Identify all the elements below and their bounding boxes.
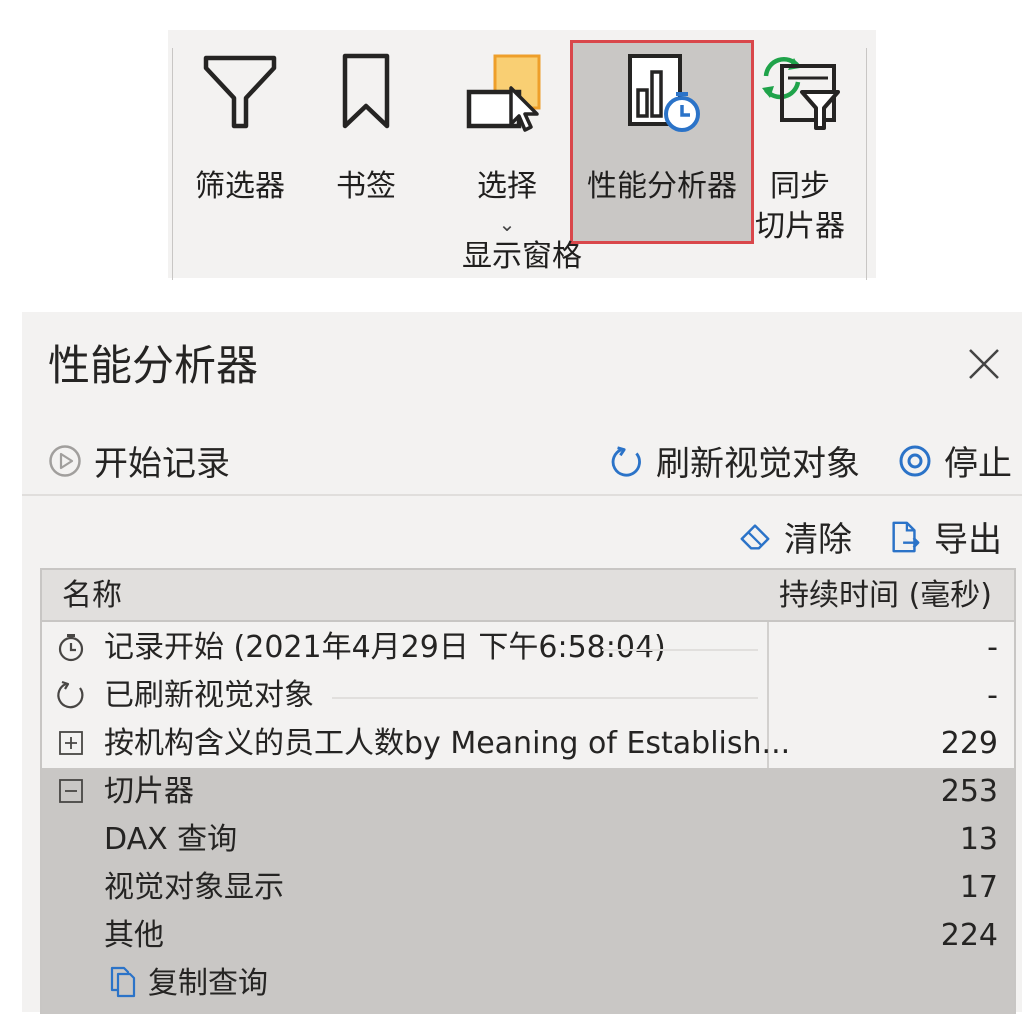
bookmarks-label: 书签 xyxy=(336,169,396,204)
sync-slicers-label: 同步 切片器 xyxy=(750,167,850,247)
row-duration: 224 xyxy=(940,918,998,953)
performance-analyzer-label: 性能分析器 xyxy=(587,169,737,204)
performance-analyzer-icon xyxy=(570,52,754,160)
refresh-icon xyxy=(610,444,644,478)
row-name: DAX 查询 xyxy=(104,820,252,860)
pane-title: 性能分析器 xyxy=(48,341,259,390)
secondary-command-row: 清除 导出 xyxy=(22,508,1022,564)
stop-label: 停止 xyxy=(944,444,1012,484)
eraser-icon xyxy=(738,520,772,554)
copy-query-link[interactable]: 复制查询 xyxy=(148,964,282,1004)
chevron-down-icon[interactable]: ⌄ xyxy=(450,212,564,236)
column-name-header[interactable]: 名称 xyxy=(62,576,122,616)
column-duration-header[interactable]: 持续时间 (毫秒) xyxy=(779,576,992,616)
table-row-dax-query[interactable]: DAX 查询 13 xyxy=(42,816,1014,864)
row-duration: 17 xyxy=(959,870,998,905)
selection-icon xyxy=(450,52,564,160)
sync-slicers-icon xyxy=(750,52,850,160)
export-icon xyxy=(888,520,922,554)
export-button[interactable]: 导出 xyxy=(888,512,1002,561)
group-label: 显示窗格 xyxy=(462,239,582,274)
refresh-visuals-label: 刷新视觉对象 xyxy=(656,444,860,484)
row-name: 其他 xyxy=(104,916,178,956)
row-duration: - xyxy=(987,678,998,713)
row-duration: 13 xyxy=(959,822,998,857)
expand-icon[interactable] xyxy=(56,728,86,758)
table-row-visual-display[interactable]: 视觉对象显示 17 xyxy=(42,864,1014,912)
copy-icon[interactable] xyxy=(108,966,138,998)
start-recording-label: 开始记录 xyxy=(94,444,230,484)
table-row-recording-start[interactable]: 记录开始 (2021年4月29日 下午6:58:04) - xyxy=(42,624,1014,672)
stopwatch-icon xyxy=(56,632,86,662)
row-name: 视觉对象显示 xyxy=(104,868,298,908)
row-duration: 229 xyxy=(940,726,998,761)
refresh-icon xyxy=(56,680,86,710)
table-row-copy-query: 复制查询 xyxy=(42,960,1014,1014)
selection-label: 选择 xyxy=(477,169,537,204)
ribbon-show-panes-group: 筛选器 书签 选择 ⌄ 性能分析器 同步 切片器 显示窗格 xyxy=(168,30,876,280)
row-leader-line xyxy=(332,697,758,699)
row-leader-line xyxy=(602,649,758,651)
sync-slicers-label-line1: 同步 xyxy=(770,169,830,204)
table-row-employee-count-visual[interactable]: 按机构含义的员工人数by Meaning of Establish... 229 xyxy=(42,720,1014,768)
table-header: 名称 持续时间 (毫秒) xyxy=(42,570,1014,622)
row-duration: 253 xyxy=(940,774,998,809)
play-icon xyxy=(48,444,82,478)
clear-button[interactable]: 清除 xyxy=(738,512,852,561)
row-name: 已刷新视觉对象 xyxy=(104,678,314,713)
refresh-visuals-button[interactable]: 刷新视觉对象 xyxy=(610,436,860,485)
collapse-icon[interactable] xyxy=(56,776,86,806)
filters-label: 筛选器 xyxy=(195,169,285,204)
row-name: 记录开始 (2021年4月29日 下午6:58:04) xyxy=(104,630,666,665)
start-recording-button[interactable]: 开始记录 xyxy=(48,436,230,485)
stop-icon xyxy=(898,444,932,478)
row-name: 切片器 xyxy=(104,772,208,812)
command-row: 开始记录 刷新视觉对象 停止 xyxy=(22,430,1022,486)
row-duration: - xyxy=(987,630,998,665)
command-divider xyxy=(22,494,1022,496)
table-row-other[interactable]: 其他 224 xyxy=(42,912,1014,960)
filter-icon xyxy=(180,52,300,160)
clear-label: 清除 xyxy=(784,520,852,560)
results-table: 名称 持续时间 (毫秒) 记录开始 (2021年4月29日 下午6:58:04)… xyxy=(40,568,1016,1014)
close-icon[interactable] xyxy=(966,346,1002,382)
performance-analyzer-pane: 性能分析器 开始记录 刷新视觉对象 停止 清除 导出 名称 持续时间 (毫秒) … xyxy=(22,312,1022,1014)
table-row-visuals-refreshed[interactable]: 已刷新视觉对象 - xyxy=(42,672,1014,720)
row-name: 按机构含义的员工人数by Meaning of Establish... xyxy=(104,726,791,761)
export-label: 导出 xyxy=(934,520,1002,560)
bookmark-icon xyxy=(310,52,422,160)
stop-button[interactable]: 停止 xyxy=(898,436,1012,485)
table-row-slicer[interactable]: 切片器 253 xyxy=(42,768,1014,816)
